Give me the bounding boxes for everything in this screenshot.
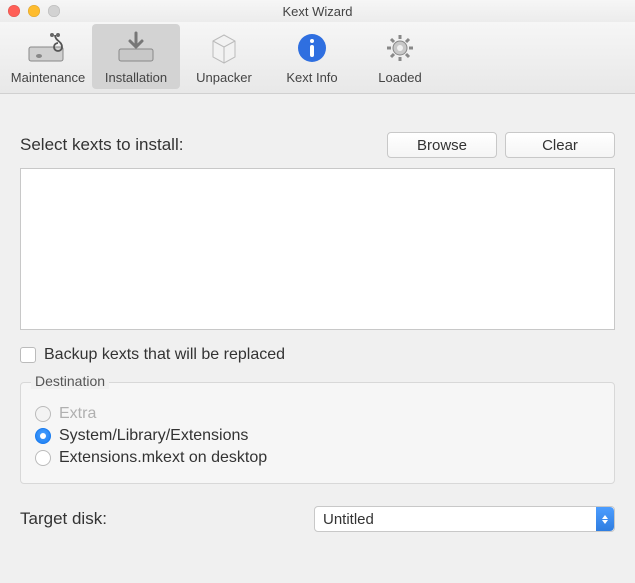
download-drive-icon bbox=[113, 28, 159, 68]
zoom-icon[interactable] bbox=[48, 5, 60, 17]
radio-extensions-mkext[interactable]: Extensions.mkext on desktop bbox=[35, 449, 600, 467]
destination-legend: Destination bbox=[31, 373, 109, 389]
tab-label: Unpacker bbox=[196, 70, 252, 85]
radio-label: System/Library/Extensions bbox=[59, 427, 248, 445]
tab-label: Loaded bbox=[378, 70, 421, 85]
tab-kext-info[interactable]: Kext Info bbox=[268, 24, 356, 89]
box-icon bbox=[201, 28, 247, 68]
select-kexts-label: Select kexts to install: bbox=[20, 135, 379, 155]
backup-row[interactable]: Backup kexts that will be replaced bbox=[20, 346, 615, 364]
target-disk-row: Target disk: Untitled bbox=[20, 506, 615, 532]
radio-system-library-extensions[interactable]: System/Library/Extensions bbox=[35, 427, 600, 445]
kext-list[interactable] bbox=[20, 168, 615, 330]
window: Kext Wizard Maintenance I bbox=[0, 0, 635, 583]
browse-button[interactable]: Browse bbox=[387, 132, 497, 158]
backup-checkbox[interactable] bbox=[20, 347, 36, 363]
tab-maintenance[interactable]: Maintenance bbox=[4, 24, 92, 89]
radio-label: Extra bbox=[59, 405, 96, 423]
backup-label: Backup kexts that will be replaced bbox=[44, 346, 285, 364]
tab-installation[interactable]: Installation bbox=[92, 24, 180, 89]
radio-extra: Extra bbox=[35, 405, 600, 423]
target-disk-value: Untitled bbox=[323, 511, 374, 528]
select-row: Select kexts to install: Browse Clear bbox=[20, 132, 615, 158]
target-disk-label: Target disk: bbox=[20, 509, 300, 529]
radio-icon bbox=[35, 406, 51, 422]
toolbar: Maintenance Installation Unpacker bbox=[0, 22, 635, 94]
tab-label: Installation bbox=[105, 70, 167, 85]
minimize-icon[interactable] bbox=[28, 5, 40, 17]
clear-button[interactable]: Clear bbox=[505, 132, 615, 158]
tab-unpacker[interactable]: Unpacker bbox=[180, 24, 268, 89]
tab-loaded[interactable]: Loaded bbox=[356, 24, 444, 89]
tab-label: Kext Info bbox=[286, 70, 337, 85]
info-icon bbox=[289, 28, 335, 68]
radio-label: Extensions.mkext on desktop bbox=[59, 449, 267, 467]
target-disk-select[interactable]: Untitled bbox=[314, 506, 615, 532]
window-title: Kext Wizard bbox=[0, 4, 635, 19]
radio-icon[interactable] bbox=[35, 450, 51, 466]
content: Select kexts to install: Browse Clear Ba… bbox=[0, 94, 635, 583]
tab-label: Maintenance bbox=[11, 70, 85, 85]
titlebar: Kext Wizard bbox=[0, 0, 635, 22]
gear-icon bbox=[377, 28, 423, 68]
traffic-lights bbox=[0, 5, 60, 17]
destination-group: Destination Extra System/Library/Extensi… bbox=[20, 382, 615, 484]
close-icon[interactable] bbox=[8, 5, 20, 17]
harddisk-stethoscope-icon bbox=[25, 28, 71, 68]
radio-icon[interactable] bbox=[35, 428, 51, 444]
chevron-updown-icon[interactable] bbox=[596, 507, 614, 531]
